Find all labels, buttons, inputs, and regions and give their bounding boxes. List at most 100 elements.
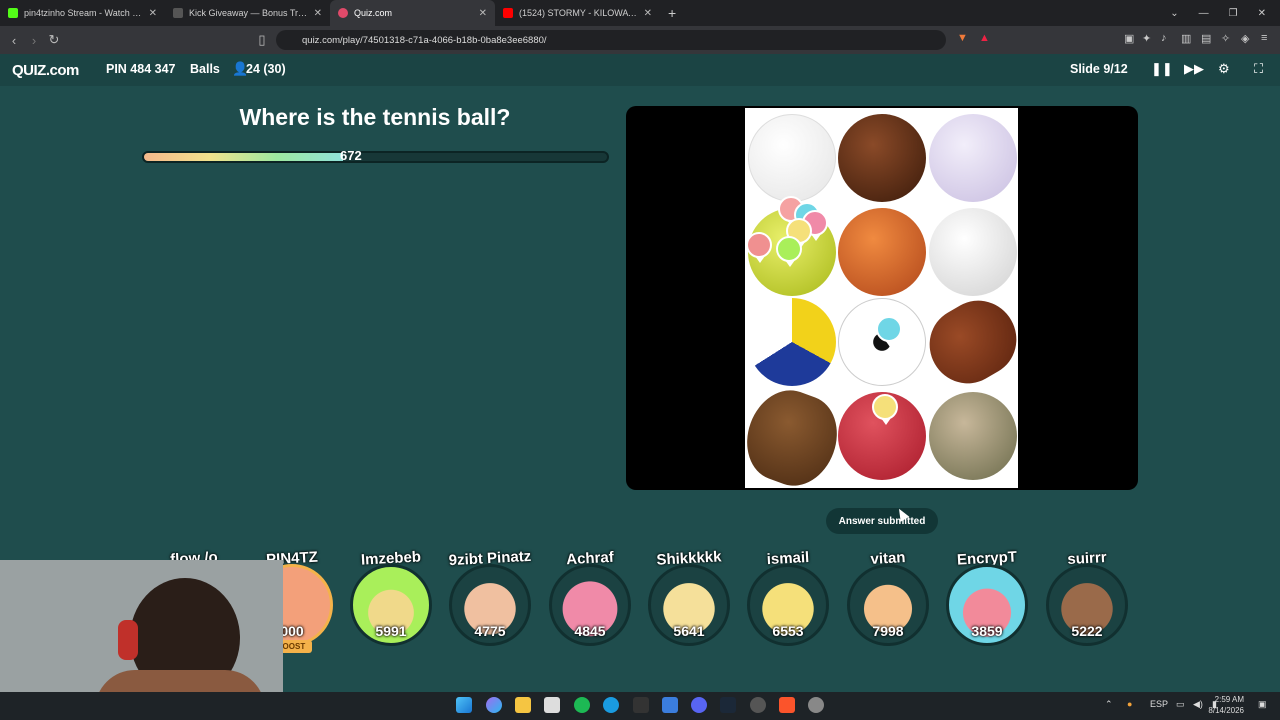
clock-date: 8/14/2026 (1208, 706, 1244, 715)
edge-icon[interactable] (603, 697, 619, 713)
player-pin-icon (872, 394, 898, 425)
rugby-ball-icon[interactable] (734, 379, 850, 490)
tab-kick-giveaway[interactable]: Kick Giveaway — Bonus Tracker | Bo ✕ (165, 0, 330, 26)
game-pin: PIN 484 347 (106, 62, 176, 76)
brave-shield-icon[interactable]: ▼ (957, 32, 968, 44)
tray-chevron-icon[interactable]: ⌃ (1105, 699, 1113, 710)
close-window-icon[interactable]: ✕ (1258, 8, 1266, 19)
outlook-icon[interactable] (662, 697, 678, 713)
question-text: Where is the tennis ball? (239, 104, 511, 130)
player-card: Imzebeb 5991 (345, 548, 437, 650)
pause-icon[interactable]: ❚❚ (1151, 61, 1173, 77)
lavender-ball-icon[interactable] (929, 114, 1017, 202)
answer-submitted-badge: Answer submitted (826, 508, 938, 534)
clock-time: 2:59 AM (1214, 695, 1244, 704)
gear-icon[interactable]: ⚙ (1218, 61, 1230, 77)
quiz-logo[interactable]: QUIZ.com (12, 62, 79, 79)
close-icon[interactable]: ✕ (314, 8, 322, 19)
settings-icon[interactable] (808, 697, 824, 713)
new-tab-button[interactable]: + (668, 5, 676, 21)
player-pin-icon (776, 236, 802, 267)
timer-fill (144, 153, 344, 161)
slide-counter: Slide 9/12 (1070, 62, 1128, 76)
baseball-icon[interactable] (748, 114, 836, 202)
player-card: 9zibt Pinatz 4775 (444, 548, 536, 650)
leather-ball-icon[interactable] (838, 114, 926, 202)
notifications-icon[interactable]: ▣ (1258, 699, 1267, 710)
player-card: Achraf 4845 (544, 549, 636, 650)
tab-label: Kick Giveaway — Bonus Tracker | Bo (189, 8, 310, 18)
store-icon[interactable] (544, 697, 560, 713)
epic-games-icon[interactable] (633, 697, 649, 713)
player-pin-icon (746, 232, 772, 263)
extension-icon[interactable]: ▣ (1124, 32, 1134, 45)
steam-icon[interactable] (720, 697, 736, 713)
back-icon[interactable]: ‹ (4, 33, 24, 48)
golf-ball-icon[interactable] (929, 208, 1017, 296)
player-score: 4775 (474, 623, 506, 639)
vpn-icon[interactable]: ◈ (1241, 32, 1249, 45)
youtube-icon (503, 8, 513, 18)
basketball-icon[interactable] (838, 208, 926, 296)
music-icon[interactable]: ♪ (1161, 32, 1167, 44)
url-field[interactable]: quiz.com/play/74501318-c71a-4066-b18b-0b… (276, 30, 946, 50)
language-indicator[interactable]: ESP (1150, 699, 1168, 709)
mic-icon[interactable]: ● (1127, 699, 1132, 709)
quiz-icon (338, 8, 348, 18)
close-icon[interactable]: ✕ (479, 8, 487, 19)
volleyball-icon[interactable] (748, 298, 836, 386)
balls-grid-image[interactable] (734, 108, 1031, 490)
skip-icon[interactable]: ▶▶ (1184, 61, 1204, 77)
soccer-ball-icon[interactable] (838, 298, 926, 386)
old-football-icon[interactable] (929, 392, 1017, 480)
logo-text: QUIZ.com (12, 62, 79, 79)
wallet-icon[interactable]: ▤ (1201, 32, 1211, 45)
player-card: Shikkkkk 5641 (643, 548, 735, 650)
american-football-icon[interactable] (915, 287, 1031, 397)
browser-tab-bar: pin4tzinho Stream - Watch Live on K ✕ Ki… (0, 0, 1280, 26)
player-score: 3859 (971, 623, 1003, 639)
clock[interactable]: 2:59 AM 8/14/2026 (1208, 694, 1244, 716)
fullscreen-icon[interactable]: ⛶ (1254, 61, 1263, 77)
copilot-icon[interactable] (486, 697, 502, 713)
tab-kick-stream[interactable]: pin4tzinho Stream - Watch Live on K ✕ (0, 0, 165, 26)
file-explorer-icon[interactable] (515, 697, 531, 713)
player-card: vitan 7998 (842, 549, 934, 650)
forward-icon[interactable]: › (24, 33, 44, 48)
leo-icon[interactable]: ✧ (1221, 32, 1230, 45)
rewards-icon[interactable]: ▲ (979, 32, 990, 44)
discord-icon[interactable] (691, 697, 707, 713)
menu-icon[interactable]: ≡ (1261, 32, 1267, 44)
window-controls: ⌄ — ❐ ✕ (1170, 0, 1280, 26)
tab-label: (1524) STORMY - KILOWAT (VISUALI (519, 8, 640, 18)
bookmark-icon[interactable]: ▯ (252, 32, 272, 48)
player-score: 6553 (772, 623, 804, 639)
url-text: quiz.com/play/74501318-c71a-4066-b18b-0b… (302, 34, 547, 46)
windows-start-icon[interactable] (456, 697, 472, 713)
player-score: 5222 (1071, 623, 1103, 639)
puzzle-icon[interactable]: ✦ (1142, 32, 1151, 45)
player-card: EncrypT 3859 (941, 548, 1033, 650)
close-icon[interactable]: ✕ (644, 8, 652, 19)
timer-value: 672 (340, 148, 362, 163)
minimize-icon[interactable]: — (1199, 8, 1209, 19)
question-image[interactable] (626, 106, 1138, 490)
reload-icon[interactable]: ↻ (44, 32, 64, 48)
restore-icon[interactable]: ❐ (1229, 8, 1238, 19)
tab-label: pin4tzinho Stream - Watch Live on K (24, 8, 145, 18)
sidebar-icon[interactable]: ▥ (1181, 32, 1191, 45)
player-count: 24 (30) (246, 62, 286, 76)
tab-list-icon[interactable]: ⌄ (1170, 8, 1178, 19)
tab-youtube[interactable]: (1524) STORMY - KILOWAT (VISUALI ✕ (495, 0, 660, 26)
obs-icon[interactable] (750, 697, 766, 713)
network-icon[interactable]: ▭ (1176, 699, 1185, 710)
close-icon[interactable]: ✕ (149, 8, 157, 19)
tab-quiz[interactable]: Quiz.com ✕ (330, 0, 495, 26)
spotify-icon[interactable] (574, 697, 590, 713)
brave-icon[interactable] (779, 697, 795, 713)
quiz-topic: Balls (190, 62, 220, 76)
player-score: 5641 (673, 623, 705, 639)
player-card: suirrr 5222 (1041, 549, 1133, 650)
volume-icon[interactable]: ◀) (1193, 699, 1203, 710)
player-score: 7998 (872, 623, 904, 639)
